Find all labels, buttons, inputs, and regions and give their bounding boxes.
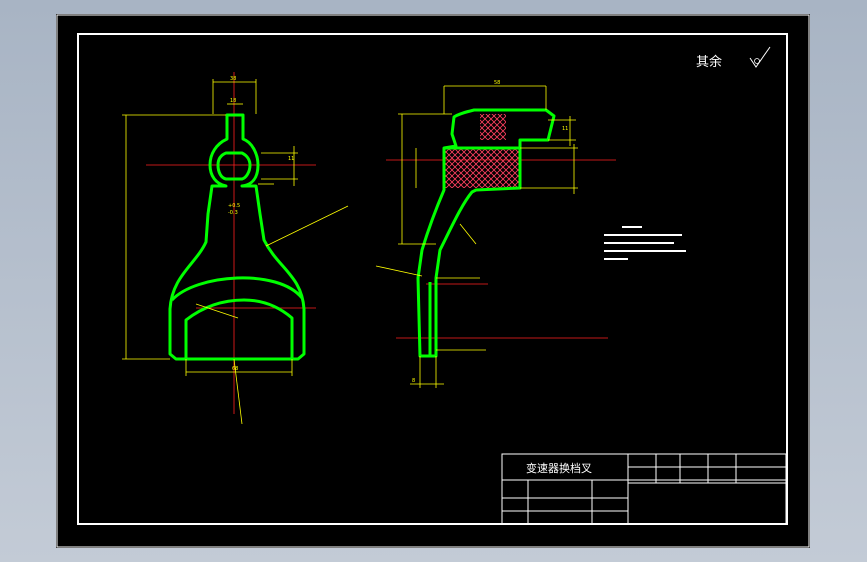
hatched-section-top (480, 114, 506, 140)
fork-inner-cut (184, 298, 294, 359)
dim-thickness-label: 8 (412, 378, 415, 384)
inner-border (77, 33, 788, 525)
fork-shoulder-line (170, 276, 304, 302)
dim-top-width-label: 38 (230, 76, 236, 82)
roughness-note: 其余 (696, 54, 722, 70)
drawing-canvas: 其余 38 18 11 +0.5 -0.3 68 58 11 8 变速器换档叉 (56, 14, 810, 548)
technical-notes (604, 226, 686, 260)
side-view: 58 11 8 (375, 80, 616, 388)
dim-slot-width-label: 18 (230, 98, 236, 104)
tol-lower-label: -0.3 (228, 210, 238, 216)
roughness-symbol (749, 46, 771, 68)
tol-upper-label: +0.5 (228, 203, 240, 209)
dim-side-top-width-label: 58 (494, 80, 500, 86)
part-name: 变速器换档叉 (526, 461, 592, 475)
dim-right-height-label: 11 (562, 126, 568, 132)
cad-drawing: 其余 38 18 11 +0.5 -0.3 68 58 11 8 变速器换档叉 (56, 14, 810, 548)
front-view: 38 18 11 +0.5 -0.3 68 (122, 72, 349, 425)
dim-radius-leader (265, 205, 349, 247)
hatched-section (444, 148, 520, 188)
dim-hole-height-label: 11 (288, 156, 294, 162)
